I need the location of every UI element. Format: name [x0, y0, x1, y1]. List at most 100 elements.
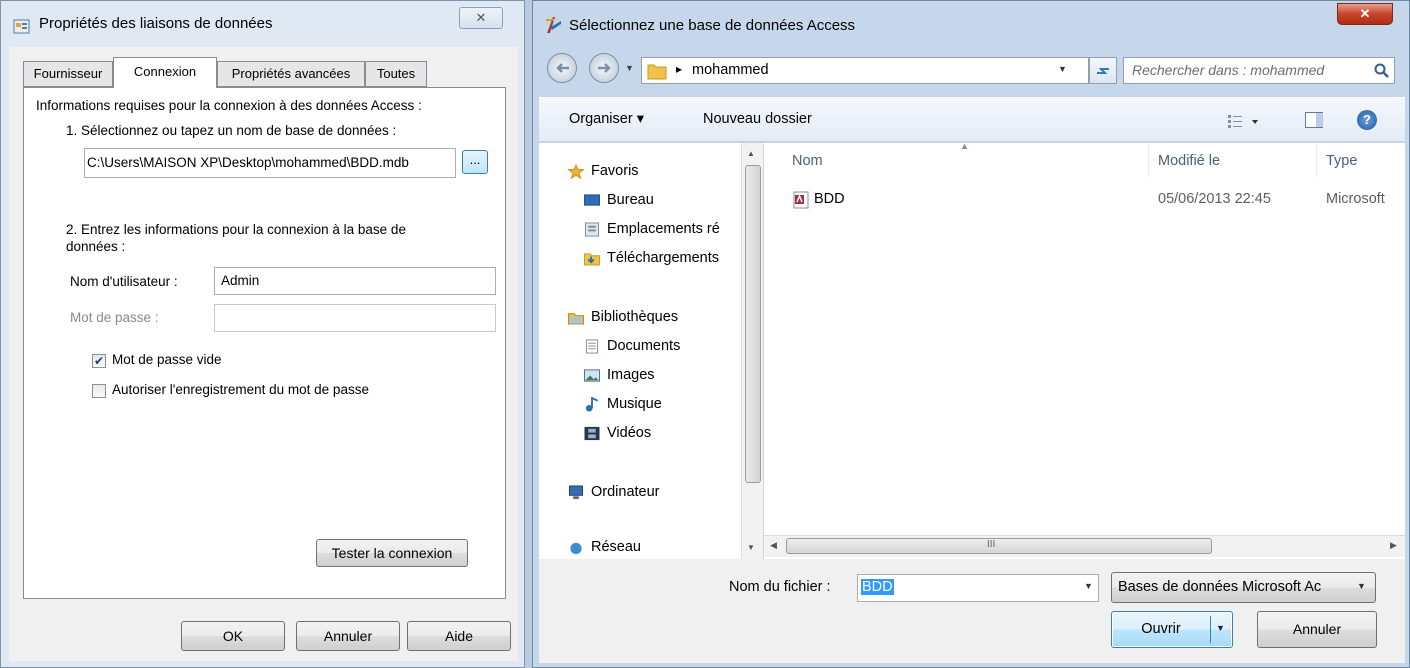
- help-button[interactable]: Aide: [407, 621, 511, 651]
- star-icon: [567, 163, 585, 179]
- preview-pane-button[interactable]: [1305, 112, 1323, 128]
- file-type: Microsoft: [1326, 191, 1385, 207]
- breadcrumb-arrow-icon[interactable]: ▸: [676, 62, 682, 76]
- dialog-client-area: Fournisseur Connexion Propriétés avancée…: [9, 47, 518, 661]
- blank-password-checkbox[interactable]: ✔: [92, 354, 106, 368]
- downloads-folder-icon: [584, 253, 600, 266]
- refresh-icon: [1097, 68, 1109, 74]
- nav-scroll-thumb[interactable]: [745, 165, 761, 483]
- address-dropdown-icon[interactable]: ▼: [1058, 64, 1067, 74]
- file-type-filter[interactable]: Bases de données Microsoft Ac ▼: [1111, 572, 1376, 603]
- database-path-input[interactable]: C:\Users\MAISON XP\Desktop\mohammed\BDD.…: [84, 148, 456, 178]
- open-button[interactable]: Ouvrir ▼: [1111, 611, 1233, 648]
- browse-button[interactable]: ...: [462, 150, 488, 174]
- open-dropdown-icon[interactable]: ▼: [1216, 623, 1225, 633]
- filename-label: Nom du fichier :: [729, 579, 831, 595]
- step1-label: 1. Sélectionnez ou tapez un nom de base …: [66, 123, 397, 138]
- close-button[interactable]: ✕: [1337, 3, 1393, 25]
- new-folder-button[interactable]: Nouveau dossier: [703, 111, 812, 127]
- nav-computer[interactable]: Ordinateur: [567, 484, 660, 500]
- column-header-type[interactable]: Type: [1326, 153, 1357, 169]
- nav-vertical-scrollbar[interactable]: ▲ ▼: [741, 143, 763, 559]
- tab-connexion[interactable]: Connexion: [113, 57, 217, 88]
- music-note-icon: [585, 396, 599, 412]
- password-label: Mot de passe :: [70, 310, 159, 325]
- file-list: ▲ Nom Modifié le Type BDD 05/06/2013 22:…: [764, 143, 1405, 559]
- documents-icon: [585, 339, 599, 354]
- nav-documents[interactable]: Documents: [583, 338, 680, 354]
- dialog-bottom-panel: Nom du fichier : BDD ▼ Bases de données …: [539, 559, 1405, 663]
- file-type-filter-value: Bases de données Microsoft Ac: [1118, 579, 1322, 595]
- select-access-database-dialog: Sélectionnez une base de données Access …: [532, 0, 1410, 668]
- recent-pages-dropdown-icon[interactable]: ▼: [625, 63, 635, 73]
- close-button[interactable]: ✕: [459, 7, 503, 29]
- computer-icon: [568, 485, 584, 499]
- filter-dropdown-icon[interactable]: ▼: [1357, 581, 1366, 591]
- filename-input[interactable]: BDD: [861, 579, 894, 595]
- images-icon: [584, 369, 600, 382]
- tab-fournisseur[interactable]: Fournisseur: [23, 61, 113, 87]
- file-modified: 05/06/2013 22:45: [1158, 191, 1271, 207]
- forward-button[interactable]: [589, 53, 619, 83]
- ok-button[interactable]: OK: [181, 621, 285, 651]
- view-options-button[interactable]: [1227, 112, 1263, 130]
- nav-network[interactable]: Réseau: [567, 539, 641, 555]
- access-app-icon: [543, 15, 563, 35]
- step2-label-line1: 2. Entrez les informations pour la conne…: [66, 222, 406, 237]
- username-input[interactable]: Admin: [214, 267, 496, 295]
- password-input[interactable]: [214, 304, 496, 332]
- filename-combobox[interactable]: BDD ▼: [857, 574, 1099, 602]
- save-password-checkbox[interactable]: [92, 384, 106, 398]
- scroll-right-icon[interactable]: ▶: [1390, 540, 1397, 551]
- file-list-horizontal-scrollbar[interactable]: ◀ III ▶: [764, 535, 1405, 557]
- scroll-up-icon[interactable]: ▲: [747, 149, 755, 158]
- column-divider: [1148, 143, 1149, 177]
- breadcrumb-mohammed[interactable]: mohammed: [692, 62, 769, 78]
- tab-proprietes-avancees[interactable]: Propriétés avancées: [217, 61, 365, 87]
- nav-downloads[interactable]: Téléchargements: [583, 250, 719, 266]
- open-button-label: Ouvrir: [1141, 621, 1181, 637]
- search-box[interactable]: Rechercher dans : mohammed: [1123, 57, 1395, 84]
- close-icon: ✕: [1359, 6, 1371, 21]
- test-connection-button[interactable]: Tester la connexion: [316, 539, 468, 567]
- column-divider: [1316, 143, 1317, 177]
- nav-recent-places[interactable]: Emplacements ré: [583, 221, 720, 237]
- nav-images[interactable]: Images: [583, 367, 655, 383]
- step2-label-line2: données :: [66, 239, 126, 254]
- preview-pane-icon: [1316, 113, 1323, 127]
- file-row-bdd[interactable]: BDD 05/06/2013 22:45 Microsoft: [784, 187, 1405, 213]
- close-icon: ✕: [475, 10, 487, 25]
- network-icon: [570, 542, 582, 554]
- dialog-title: Sélectionnez une base de données Access: [569, 17, 856, 34]
- dialog-title: Propriétés des liaisons de données: [39, 15, 273, 32]
- organize-menu[interactable]: Organiser ▾: [569, 111, 644, 127]
- refresh-button[interactable]: [1089, 57, 1117, 84]
- nav-videos[interactable]: Vidéos: [583, 425, 651, 441]
- connexion-tab-panel: Informations requises pour la connexion …: [23, 87, 506, 599]
- desktop-icon: [584, 194, 600, 206]
- search-icon: [1374, 63, 1389, 78]
- sort-ascending-icon: ▲: [960, 143, 969, 151]
- nav-desktop[interactable]: Bureau: [583, 192, 654, 208]
- address-bar[interactable]: ▸ mohammed ▼: [641, 57, 1089, 84]
- scroll-left-icon[interactable]: ◀: [770, 540, 777, 551]
- cancel-button[interactable]: Annuler: [296, 621, 400, 651]
- nav-favorites[interactable]: Favoris: [567, 163, 639, 179]
- filename-dropdown-icon[interactable]: ▼: [1084, 581, 1093, 591]
- column-header-name[interactable]: Nom: [792, 153, 823, 169]
- nav-music[interactable]: Musique: [583, 396, 662, 412]
- back-button[interactable]: [547, 53, 577, 83]
- scroll-down-icon[interactable]: ▼: [747, 543, 755, 552]
- tab-toutes[interactable]: Toutes: [365, 61, 427, 87]
- blank-password-label: Mot de passe vide: [112, 352, 222, 367]
- username-label: Nom d'utilisateur :: [70, 274, 178, 289]
- hscroll-thumb[interactable]: III: [786, 538, 1212, 554]
- cancel-button[interactable]: Annuler: [1257, 611, 1377, 648]
- nav-libraries[interactable]: Bibliothèques: [567, 309, 678, 325]
- column-header-modified[interactable]: Modifié le: [1158, 153, 1220, 169]
- help-icon[interactable]: ?: [1357, 110, 1377, 130]
- folder-icon: [647, 64, 667, 80]
- libraries-icon: [568, 312, 584, 325]
- recent-places-icon: [584, 222, 600, 237]
- access-file-icon: [793, 191, 809, 209]
